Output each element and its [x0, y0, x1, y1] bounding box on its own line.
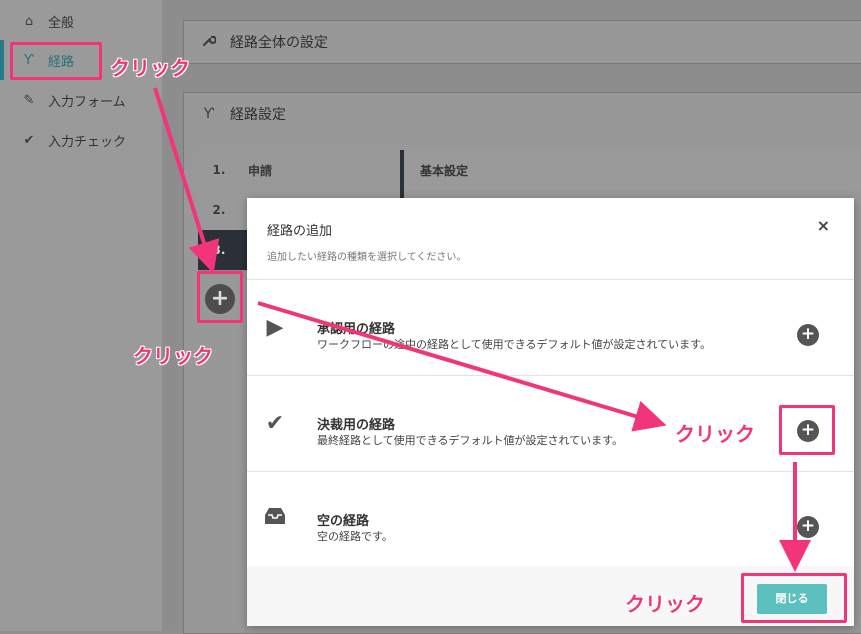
- sidebar-item-input-form[interactable]: ✎ 入力フォーム: [0, 81, 162, 119]
- sidebar-item-label: 入力チェック: [48, 134, 127, 150]
- check-icon: ✔: [23, 132, 35, 148]
- route-detail-header: 基本設定: [404, 150, 861, 190]
- annotation-click-1: クリック: [110, 56, 190, 80]
- sidebar-item-general[interactable]: ⌂ 全般: [0, 2, 162, 40]
- route-icon: Ƴ: [203, 106, 215, 122]
- annotation-click-4: クリック: [625, 592, 705, 616]
- modal-subtitle: 追加したい経路の種類を選択してください。: [267, 252, 467, 263]
- sidebar-item-input-check[interactable]: ✔ 入力チェック: [0, 121, 162, 159]
- option-empty-route[interactable]: 空の経路 空の経路です。 +: [247, 472, 854, 567]
- panel-title: 経路設定: [230, 107, 286, 123]
- highlight-decision-add: [779, 405, 835, 455]
- highlight-close-button: [741, 573, 847, 623]
- pencil-icon: ✎: [23, 92, 35, 108]
- sidebar: ⌂ 全般 Ƴ 経路 ✎ 入力フォーム ✔ 入力チェック: [0, 0, 162, 631]
- option-title: 空の経路: [317, 514, 370, 529]
- wrench-icon: [200, 33, 218, 51]
- add-route-modal: 経路の追加 追加したい経路の種類を選択してください。 × ▶ 承認用の経路 ワー…: [247, 198, 854, 626]
- sidebar-item-label: 全般: [48, 15, 75, 31]
- option-decision-route[interactable]: ✔ 決裁用の経路 最終経路として使用できるデフォルト値が設定されています。 +: [247, 376, 854, 471]
- add-approval-route-button[interactable]: +: [797, 324, 819, 346]
- option-title: 決裁用の経路: [317, 418, 396, 433]
- option-approval-route[interactable]: ▶ 承認用の経路 ワークフローの途中の経路として使用できるデフォルト値が設定され…: [247, 280, 854, 375]
- highlight-route-menu: [10, 42, 102, 80]
- inbox-icon: [261, 506, 289, 534]
- add-empty-route-button[interactable]: +: [797, 516, 819, 538]
- route-row[interactable]: 1. 申請: [198, 150, 400, 191]
- option-description: ワークフローの途中の経路として使用できるデフォルト値が設定されています。: [317, 338, 712, 351]
- home-icon: ⌂: [24, 13, 34, 29]
- check-icon: ✔: [265, 411, 285, 436]
- annotation-click-2: クリック: [133, 344, 213, 368]
- annotation-click-3: クリック: [675, 422, 755, 446]
- modal-title: 経路の追加: [267, 224, 333, 239]
- option-title: 承認用の経路: [317, 322, 396, 337]
- option-description: 空の経路です。: [317, 530, 393, 543]
- play-icon: ▶: [266, 315, 284, 340]
- highlight-add-route: [197, 271, 243, 323]
- option-description: 最終経路として使用できるデフォルト値が設定されています。: [317, 434, 624, 447]
- panel-overall-settings[interactable]: 経路全体の設定: [183, 20, 861, 64]
- close-icon[interactable]: ×: [817, 216, 830, 235]
- sidebar-item-label: 入力フォーム: [48, 94, 126, 110]
- panel-title: 経路全体の設定: [230, 35, 328, 51]
